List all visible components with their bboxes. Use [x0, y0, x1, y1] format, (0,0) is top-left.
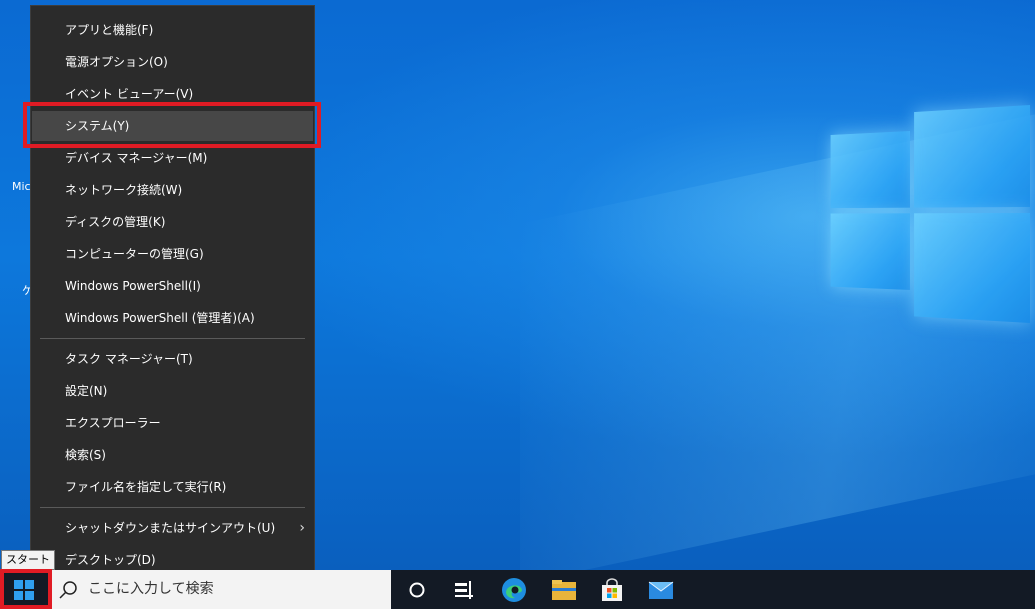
menu-item-label: 検索(S)	[65, 448, 106, 462]
mail-button[interactable]	[637, 570, 685, 609]
menu-item-settings[interactable]: 設定(N)	[32, 376, 313, 406]
menu-item-file-explorer[interactable]: エクスプローラー	[32, 408, 313, 438]
menu-item-disk-management[interactable]: ディスクの管理(K)	[32, 207, 313, 237]
menu-separator	[40, 338, 305, 339]
menu-item-search[interactable]: 検索(S)	[32, 440, 313, 470]
menu-item-label: デスクトップ(D)	[65, 553, 156, 567]
menu-item-network-connections[interactable]: ネットワーク接続(W)	[32, 175, 313, 205]
taskbar: ここに入力して検索	[0, 570, 1035, 609]
file-explorer-icon	[552, 579, 576, 600]
menu-item-label: ネットワーク接続(W)	[65, 183, 183, 197]
search-placeholder: ここに入力して検索	[88, 581, 214, 597]
wallpaper-windows-logo	[830, 105, 1030, 330]
menu-item-label: Windows PowerShell (管理者)(A)	[65, 311, 255, 325]
start-tooltip: スタート	[1, 550, 55, 570]
menu-item-label: コンピューターの管理(G)	[65, 247, 204, 261]
edge-icon	[502, 577, 526, 602]
task-view-button[interactable]	[440, 570, 488, 609]
menu-item-powershell-admin[interactable]: Windows PowerShell (管理者)(A)	[32, 303, 313, 333]
menu-item-label: シャットダウンまたはサインアウト(U)	[65, 521, 276, 535]
menu-item-run[interactable]: ファイル名を指定して実行(R)	[32, 472, 313, 502]
task-view-icon	[455, 580, 473, 599]
edge-button[interactable]	[490, 570, 538, 609]
menu-item-label: エクスプローラー	[65, 416, 161, 430]
taskbar-search-box[interactable]: ここに入力して検索	[48, 570, 391, 609]
selection-highlight-box	[23, 102, 321, 148]
chevron-right-icon: ›	[299, 520, 305, 536]
menu-item-power-options[interactable]: 電源オプション(O)	[32, 47, 313, 77]
menu-item-label: 電源オプション(O)	[65, 55, 168, 69]
cortana-button[interactable]	[393, 570, 441, 609]
menu-item-apps-features[interactable]: アプリと機能(F)	[32, 15, 313, 45]
search-icon	[59, 581, 77, 599]
cortana-icon	[409, 582, 425, 597]
menu-item-powershell[interactable]: Windows PowerShell(I)	[32, 271, 313, 301]
menu-item-label: 設定(N)	[65, 384, 108, 398]
menu-item-label: ディスクの管理(K)	[65, 215, 166, 229]
menu-item-task-manager[interactable]: タスク マネージャー(T)	[32, 344, 313, 374]
store-icon	[602, 577, 622, 601]
menu-item-label: タスク マネージャー(T)	[65, 352, 193, 366]
file-explorer-button[interactable]	[540, 570, 588, 609]
menu-item-label: デバイス マネージャー(M)	[65, 151, 208, 165]
desktop-icon-label[interactable]: Mic	[12, 180, 31, 193]
menu-item-computer-management[interactable]: コンピューターの管理(G)	[32, 239, 313, 269]
menu-item-shutdown-signout[interactable]: シャットダウンまたはサインアウト(U) ›	[32, 513, 313, 543]
mail-icon	[648, 581, 674, 599]
winx-context-menu: アプリと機能(F) 電源オプション(O) イベント ビューアー(V) システム(…	[30, 5, 315, 581]
start-button-highlight-box	[0, 569, 52, 609]
menu-item-label: イベント ビューアー(V)	[65, 87, 194, 101]
menu-item-label: ファイル名を指定して実行(R)	[65, 480, 227, 494]
menu-item-label: Windows PowerShell(I)	[65, 279, 201, 293]
menu-separator	[40, 507, 305, 508]
store-button[interactable]	[588, 570, 636, 609]
menu-item-label: アプリと機能(F)	[65, 23, 154, 37]
